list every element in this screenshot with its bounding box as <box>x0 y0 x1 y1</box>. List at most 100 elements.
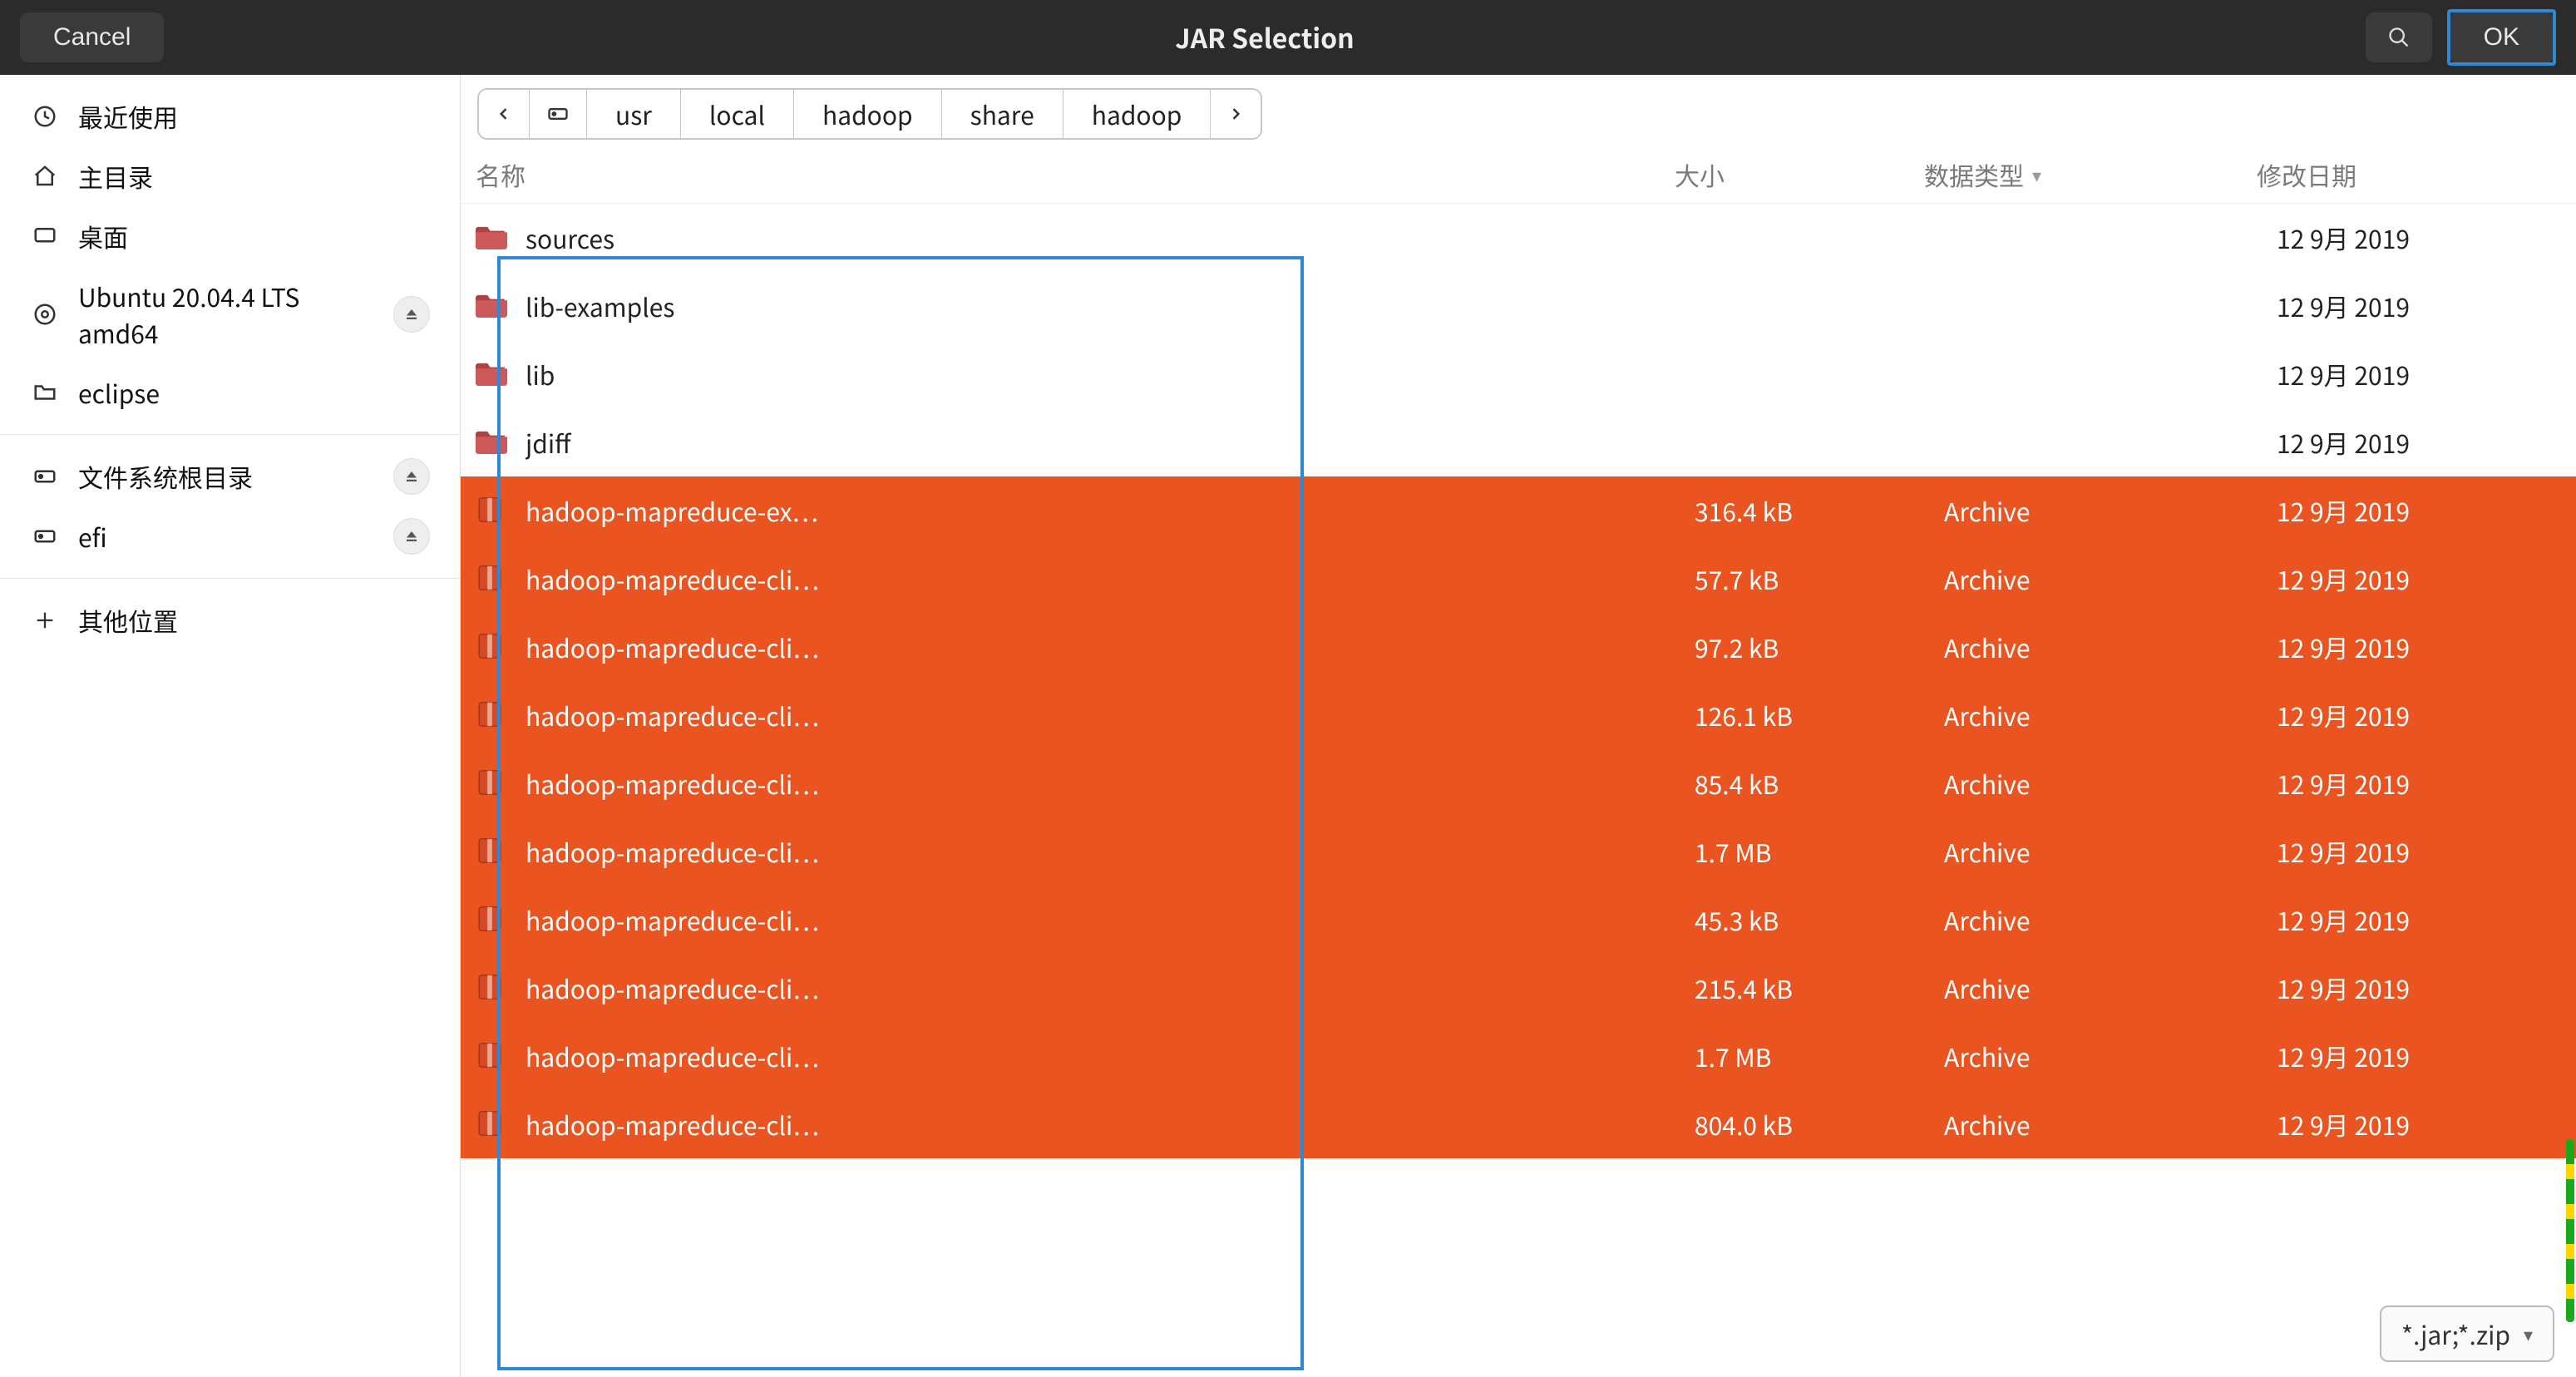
file-size: 85.4 kB <box>1695 765 1944 802</box>
file-name: hadoop-mapreduce-cli… <box>526 833 1695 870</box>
file-row[interactable]: hadoop-mapreduce-cli…1.7 MBArchive12 9月 … <box>461 817 2576 886</box>
breadcrumb-overflow[interactable] <box>1211 90 1261 138</box>
eject-icon <box>404 529 419 544</box>
file-type: Archive <box>1944 629 2277 665</box>
file-name: lib-examples <box>526 288 1695 324</box>
sidebar-item-label: 文件系统根目录 <box>78 458 375 495</box>
file-name: hadoop-mapreduce-cli… <box>526 560 1695 597</box>
file-chooser-dialog: Cancel JAR Selection OK 最近使用 <box>0 0 2576 1377</box>
file-name: hadoop-mapreduce-ex… <box>526 492 1695 529</box>
file-row[interactable]: sources12 9月 2019 <box>461 204 2576 272</box>
eject-button[interactable] <box>393 458 430 495</box>
file-row[interactable]: hadoop-mapreduce-cli…97.2 kBArchive12 9月… <box>461 613 2576 681</box>
sidebar-item-eclipse[interactable]: eclipse <box>0 363 460 422</box>
file-type: Archive <box>1944 970 2277 1006</box>
sidebar-item-iso[interactable]: Ubuntu 20.04.4 LTS amd64 <box>0 266 460 363</box>
breadcrumb-segment[interactable]: hadoop <box>1063 90 1212 138</box>
breadcrumb-back[interactable] <box>479 90 530 138</box>
file-size: 316.4 kB <box>1695 492 1944 529</box>
file-row[interactable]: lib 12 9月 2019 <box>461 340 2576 408</box>
file-name: hadoop-mapreduce-cli… <box>526 629 1695 665</box>
plus-icon <box>30 605 60 635</box>
file-row[interactable]: hadoop-mapreduce-cli…1.7 MBArchive12 9月 … <box>461 1022 2576 1090</box>
file-row[interactable]: hadoop-mapreduce-cli…126.1 kBArchive12 9… <box>461 681 2576 749</box>
file-date: 12 9月 2019 <box>2277 697 2576 733</box>
file-date: 12 9月 2019 <box>2277 356 2576 392</box>
file-type: Archive <box>1944 765 2277 802</box>
cancel-button[interactable]: Cancel <box>20 12 164 62</box>
sidebar-item-efi[interactable]: efi <box>0 506 460 566</box>
file-row[interactable]: hadoop-mapreduce-cli…215.4 kBArchive12 9… <box>461 954 2576 1022</box>
breadcrumb-segment[interactable]: hadoop <box>794 90 942 138</box>
sidebar-item-fsroot[interactable]: 文件系统根目录 <box>0 447 460 506</box>
col-modified[interactable]: 修改日期 <box>2257 156 2556 193</box>
file-row[interactable]: lib-examples 12 9月 2019 <box>461 272 2576 340</box>
sidebar-item-label: Ubuntu 20.04.4 LTS amd64 <box>78 278 375 351</box>
col-size[interactable]: 大小 <box>1675 156 1924 193</box>
breadcrumb: usr local hadoop share hadoop <box>477 88 1262 140</box>
sidebar-item-label: 其他位置 <box>78 602 430 639</box>
file-date: 12 9月 2019 <box>2277 970 2576 1006</box>
file-date: 12 9月 2019 <box>2277 833 2576 870</box>
folder-icon <box>476 223 509 253</box>
file-date: 12 9月 2019 <box>2277 1106 2576 1143</box>
eject-button[interactable] <box>393 518 430 555</box>
file-name: hadoop-mapreduce-cli… <box>526 970 1695 1006</box>
folder-icon <box>476 359 509 389</box>
archive-icon <box>476 837 509 866</box>
path-bar: usr local hadoop share hadoop <box>461 75 2576 146</box>
places-sidebar: 最近使用 主目录 桌面 <box>0 75 461 1377</box>
col-name[interactable]: 名称 <box>476 156 1675 193</box>
file-size: 126.1 kB <box>1695 697 1944 733</box>
folder-icon <box>476 427 509 457</box>
eject-icon <box>404 469 419 484</box>
scrollbar[interactable] <box>2566 1139 2574 1322</box>
file-date: 12 9月 2019 <box>2277 765 2576 802</box>
file-type: Archive <box>1944 560 2277 597</box>
file-size: 45.3 kB <box>1695 901 1944 938</box>
breadcrumb-segment[interactable]: usr <box>587 90 681 138</box>
sidebar-item-home[interactable]: 主目录 <box>0 146 460 206</box>
file-row[interactable]: hadoop-mapreduce-cli…45.3 kBArchive12 9月… <box>461 886 2576 954</box>
breadcrumb-segment[interactable]: local <box>681 90 794 138</box>
chevron-left-icon <box>496 106 512 122</box>
file-name: hadoop-mapreduce-cli… <box>526 1038 1695 1074</box>
file-row[interactable]: jdiff12 9月 2019 <box>461 408 2576 476</box>
disc-icon <box>30 299 60 329</box>
file-size: 97.2 kB <box>1695 629 1944 665</box>
sidebar-item-desktop[interactable]: 桌面 <box>0 206 460 266</box>
file-date: 12 9月 2019 <box>2277 288 2576 324</box>
file-name: hadoop-mapreduce-cli… <box>526 697 1695 733</box>
file-list[interactable]: sources12 9月 2019lib-examples12 9月 2019l… <box>461 204 2576 1377</box>
file-name: lib <box>526 356 1695 392</box>
sidebar-item-other[interactable]: 其他位置 <box>0 590 460 650</box>
file-date: 12 9月 2019 <box>2277 629 2576 665</box>
file-type: Archive <box>1944 492 2277 529</box>
dialog-title: JAR Selection <box>179 18 2350 57</box>
file-name: hadoop-mapreduce-cli… <box>526 765 1695 802</box>
archive-icon <box>476 700 509 730</box>
sidebar-item-label: eclipse <box>78 374 430 411</box>
ok-button[interactable]: OK <box>2450 12 2553 62</box>
sidebar-item-recent[interactable]: 最近使用 <box>0 86 460 146</box>
drive-icon <box>30 461 60 491</box>
file-row[interactable]: hadoop-mapreduce-cli…85.4 kBArchive12 9月… <box>461 749 2576 817</box>
archive-icon <box>476 905 509 935</box>
drive-icon <box>546 102 570 126</box>
file-row[interactable]: hadoop-mapreduce-cli…804.0 kBArchive12 9… <box>461 1090 2576 1158</box>
search-button[interactable] <box>2366 12 2432 62</box>
file-size: 57.7 kB <box>1695 560 1944 597</box>
ok-highlight-box: OK <box>2447 9 2556 66</box>
sidebar-item-label: 主目录 <box>78 158 430 195</box>
breadcrumb-segment[interactable]: share <box>942 90 1063 138</box>
file-type: Archive <box>1944 901 2277 938</box>
eject-icon <box>404 307 419 322</box>
breadcrumb-root[interactable] <box>530 90 587 138</box>
col-type[interactable]: 数据类型 <box>1924 156 2257 193</box>
file-row[interactable]: hadoop-mapreduce-ex…316.4 kBArchive12 9月… <box>461 476 2576 545</box>
archive-icon <box>476 768 509 798</box>
file-filter-dropdown[interactable]: *.jar;*.zip <box>2380 1305 2554 1362</box>
file-row[interactable]: hadoop-mapreduce-cli…57.7 kBArchive12 9月… <box>461 545 2576 613</box>
archive-icon <box>476 564 509 594</box>
eject-button[interactable] <box>393 296 430 333</box>
